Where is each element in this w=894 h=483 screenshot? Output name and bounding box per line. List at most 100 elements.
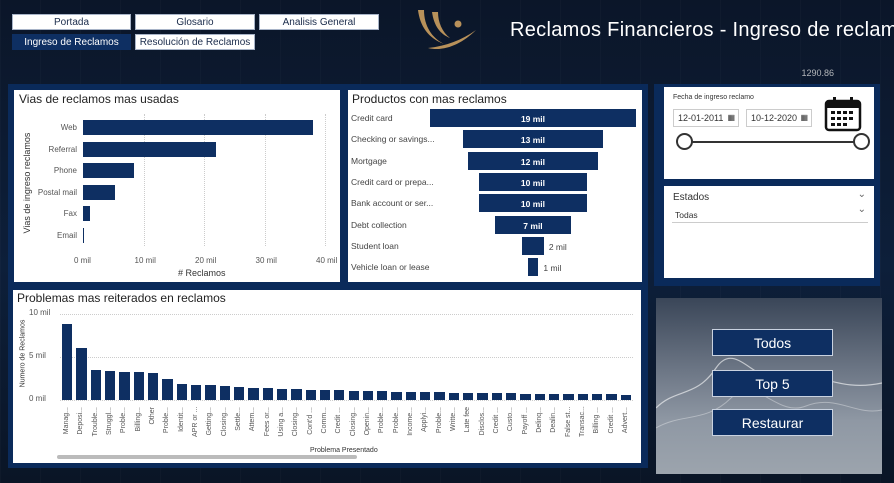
x-category-label: Manag... [63, 407, 71, 435]
tab-glosario[interactable]: Glosario [135, 14, 255, 30]
x-category-label: Fees or... [263, 407, 271, 437]
funnel-category-label: Bank account or ser... [351, 198, 434, 209]
calendar-small-icon: ▦ [800, 113, 808, 122]
problema-bar [176, 383, 187, 400]
tab-analisis-general[interactable]: Analisis General [259, 14, 379, 30]
x-category-label: Closing... [220, 407, 228, 437]
x-category-label: False st... [564, 406, 572, 437]
vias-chart-title: Vias de reclamos mas usadas [19, 92, 179, 106]
funnel-category-label: Checking or savings... [351, 134, 435, 145]
problema-bar [147, 373, 159, 400]
problema-bar [377, 391, 388, 400]
chevron-down-icon: ⌄ [857, 204, 866, 215]
funnel-category-label: Credit card [351, 113, 393, 123]
grid-line [60, 357, 633, 358]
problema-bar [391, 391, 402, 400]
top5-button[interactable]: Top 5 [712, 370, 833, 397]
x-category-label: Closing... [349, 407, 357, 437]
problema-bar [90, 369, 101, 400]
x-category-label: Transac... [578, 406, 586, 437]
grid-line [60, 314, 633, 315]
x-category-label: Trouble... [91, 407, 99, 437]
problema-bar [276, 388, 288, 400]
calendar-icon [824, 97, 862, 132]
x-category-label: Cont'd ... [306, 407, 314, 435]
productos-panel: Productos con mas reclamos Credit card 19… [348, 90, 642, 282]
vias-bar [83, 227, 85, 243]
tab-resolucion-de-reclamos[interactable]: Resolución de Reclamos [135, 34, 255, 50]
tab-ingreso-de-reclamos[interactable]: Ingreso de Reclamos [12, 34, 131, 50]
x-category-label: Dealin... [550, 407, 558, 433]
tab-portada[interactable]: Portada [12, 14, 131, 30]
restaurar-button[interactable]: Restaurar [712, 409, 833, 436]
funnel-category-label: Credit card or prepa... [351, 176, 434, 187]
funnel-value-label: 12 mil [520, 156, 546, 167]
problema-bar [133, 372, 144, 400]
x-category-label: Proble... [392, 407, 400, 434]
x-category-label: Proble... [378, 407, 386, 434]
y-tick-label: 5 mil [29, 351, 46, 360]
problema-bar [592, 394, 603, 400]
chart-horizontal-scrollbar[interactable] [57, 455, 357, 459]
problema-bar [305, 389, 316, 400]
x-category-label: Using a... [278, 407, 286, 437]
background-number: 1290.86 [801, 68, 834, 78]
x-category-label: Payoff ... [521, 407, 529, 435]
problema-bar [534, 393, 546, 400]
x-category-label: Income... [406, 407, 414, 436]
problema-bar [319, 389, 331, 400]
x-category-label: Proble... [435, 407, 443, 434]
x-category-label: Attem... [249, 407, 257, 432]
x-category-label: APR or ... [192, 406, 200, 437]
x-category-label: Proble... [120, 407, 128, 434]
date-to-value: 10-12-2020 [751, 113, 798, 123]
funnel-value-label: 7 mil [523, 220, 543, 231]
funnel-value-label: 19 mil [520, 114, 546, 124]
date-slider-end-handle[interactable] [853, 133, 870, 150]
problema-bar [104, 370, 116, 400]
problema-bar [334, 390, 345, 400]
vias-panel: Vias de reclamos mas usadas 0 mil 10 mil 2… [14, 90, 340, 282]
funnel-category-label: Vehicle loan or lease [351, 262, 430, 273]
funnel-category-label: Mortgage [351, 155, 387, 166]
problema-bar [506, 393, 517, 400]
funnel-value-label: 10 mil [520, 177, 546, 188]
todos-button[interactable]: Todos [712, 329, 833, 356]
date-to-input[interactable]: 10-12-2020 ▦ [746, 109, 812, 127]
date-from-input[interactable]: 12-01-2011 ▦ [673, 109, 739, 127]
estados-dropdown[interactable]: Todas ⌄ [672, 204, 868, 223]
problema-bar [606, 394, 617, 400]
problema-bar [248, 387, 259, 400]
problema-bar [420, 392, 431, 400]
vias-bar [83, 141, 217, 157]
x-category-label: Advert... [621, 407, 629, 434]
date-slider-track[interactable] [680, 141, 862, 143]
x-category-label: Closing... [292, 407, 300, 437]
problema-bar [477, 393, 488, 400]
x-tick-label: 30 mil [255, 256, 277, 265]
problema-bar [491, 393, 503, 400]
problema-bar [563, 393, 574, 400]
problema-bar [405, 391, 417, 400]
funnel-bar [527, 258, 539, 277]
vias-bar [83, 206, 90, 221]
problema-bar [620, 394, 631, 400]
page-title: Reclamos Financieros - Ingreso de reclam… [510, 19, 894, 41]
x-category-label: Custo... [507, 407, 515, 432]
date-slider-start-handle[interactable] [676, 133, 693, 150]
x-category-label: Settle... [235, 407, 243, 431]
problema-bar [291, 389, 302, 400]
chevron-down-icon[interactable]: ⌄ [858, 189, 866, 200]
x-category-label: Identit... [177, 407, 185, 432]
x-category-label: Delinq... [535, 407, 543, 433]
funnel-value-label: 13 mil [520, 135, 546, 146]
vias-bar [83, 184, 116, 200]
x-tick-label: 0 mil [74, 256, 91, 265]
problema-bar [520, 393, 531, 400]
funnel-value-label: 2 mil [548, 241, 567, 252]
problema-bar [549, 393, 560, 400]
problemas-chart-title: Problemas mas reiterados en reclamos [17, 291, 226, 305]
x-category-label: Comm... [321, 407, 328, 434]
y-tick-label: 10 mil [29, 308, 51, 317]
x-tick-label: 40 mil [316, 256, 338, 265]
